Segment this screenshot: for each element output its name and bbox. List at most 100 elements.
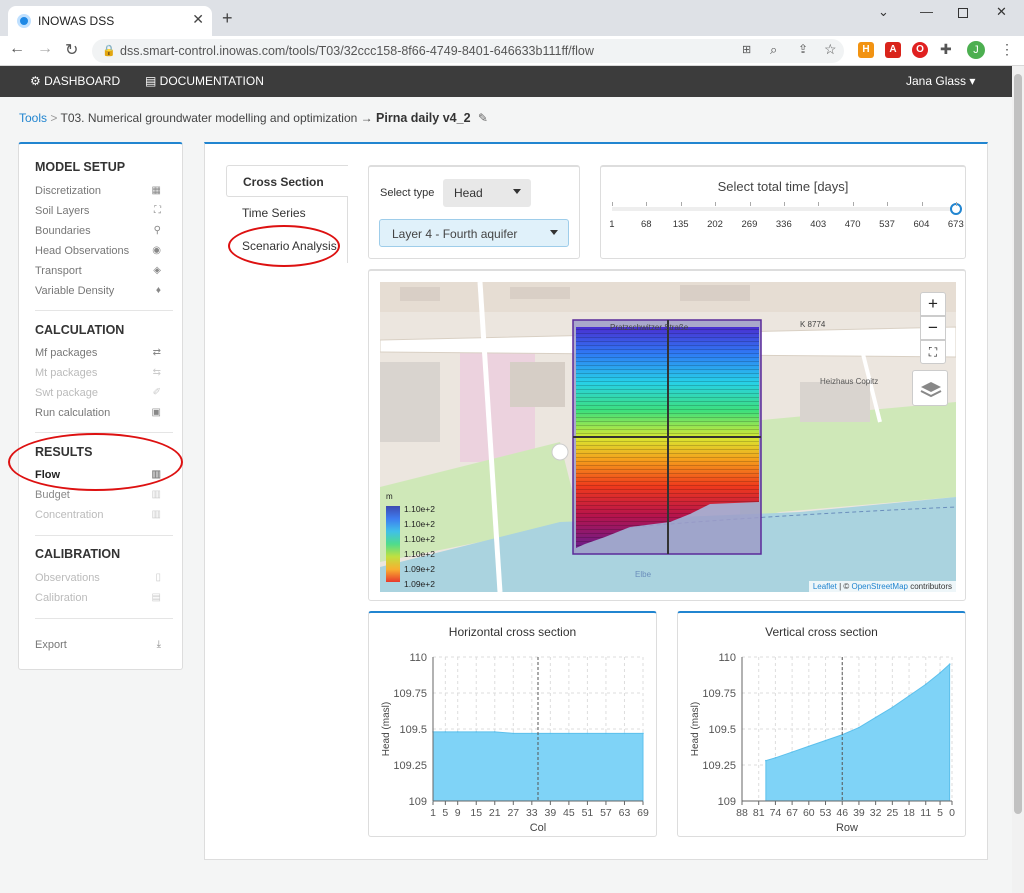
zoom-in-button[interactable]: + [920, 292, 946, 316]
layers-glyph [920, 382, 942, 398]
y-tick-label: 109.75 [702, 688, 736, 700]
data-point [874, 716, 877, 719]
download-icon: ⤓ [156, 639, 161, 650]
extension-pdf-icon[interactable]: A [885, 42, 901, 58]
zoom-out-button[interactable]: − [920, 316, 946, 340]
sidebar-item-calibration[interactable]: Calibration ▤ [35, 592, 161, 604]
page-scrollbar[interactable] [1012, 66, 1024, 893]
new-tab-button[interactable]: + [222, 8, 233, 29]
omnibox[interactable]: 🔒 dss.smart-control.inowas.com/tools/T03… [92, 39, 844, 63]
map-panel: Pratzschwitzer Straße K 8774 Heizhaus Co… [368, 269, 966, 601]
time-tick [921, 202, 923, 206]
extensions-puzzle-icon[interactable]: ✚ [940, 41, 952, 58]
minimize-button[interactable]: — [920, 4, 933, 19]
y-axis-label: Head (masl) [381, 702, 392, 756]
layer-dropdown-value: Layer 4 - Fourth aquifer [392, 227, 518, 241]
legend-value: 1.10e+2 [404, 504, 435, 514]
time-tick-label: 68 [641, 219, 652, 230]
sidebar-item-observations[interactable]: Observations ▯ [35, 572, 161, 584]
map-attribution: Leaflet | © OpenStreetMap contributors [808, 581, 956, 592]
dashboard-link[interactable]: ⚙ DASHBOARD [30, 74, 120, 88]
select-panel: Select type Head Layer 4 - Fourth aquife… [368, 165, 580, 259]
calendar-icon: ▦ [151, 185, 161, 196]
map-svg: Pratzschwitzer Straße K 8774 Heizhaus Co… [380, 282, 956, 592]
data-point [531, 732, 533, 735]
tab-search-chevron-icon[interactable]: ⌄ [878, 4, 889, 20]
x-tick-label: 67 [786, 807, 798, 819]
sidebar-item-boundaries[interactable]: Boundaries ⚲ [35, 225, 161, 237]
sidebar-item-concentration[interactable]: Concentration ▥ [35, 509, 161, 521]
sidebar-item-run-calculation[interactable]: Run calculation ▣ [35, 407, 161, 419]
documentation-link[interactable]: ▤ DOCUMENTATION [145, 74, 264, 88]
y-tick-label: 110 [409, 652, 427, 664]
y-tick-label: 109.5 [708, 724, 736, 736]
tab-cross-section[interactable]: Cross Section [226, 165, 348, 197]
exchange-icon: ⇆ [152, 367, 161, 378]
translate-icon[interactable]: ⊞ [742, 43, 751, 56]
app-header: ⚙ DASHBOARD ▤ DOCUMENTATION Jana Glass ▾ [0, 66, 1012, 97]
type-dropdown[interactable]: Head [443, 179, 531, 207]
reload-icon[interactable]: ↻ [65, 40, 78, 60]
window-close-button[interactable]: ✕ [996, 4, 1007, 20]
time-tick [852, 202, 854, 206]
forward-arrow-icon[interactable]: → [37, 40, 53, 58]
sidebar-item-transport[interactable]: Transport ◈ [35, 265, 161, 277]
leaflet-link[interactable]: Leaflet [813, 582, 837, 591]
profile-avatar[interactable]: J [967, 41, 985, 59]
annotation-ellipse [228, 225, 340, 267]
bookmark-star-icon[interactable]: ☆ [824, 41, 837, 58]
back-arrow-icon[interactable]: ← [9, 40, 25, 58]
results-map[interactable]: Pratzschwitzer Straße K 8774 Heizhaus Co… [380, 282, 956, 592]
y-tick-label: 109.75 [393, 688, 427, 700]
divider [35, 310, 173, 311]
sidebar-item-mt-packages[interactable]: Mt packages ⇆ [35, 367, 161, 379]
data-point [493, 731, 496, 733]
close-tab-icon[interactable]: ✕ [192, 11, 204, 28]
sidebar-item-label: Mt packages [35, 367, 98, 379]
maximize-button[interactable] [958, 8, 968, 18]
x-tick-label: 46 [836, 807, 848, 819]
road-label: K 8774 [800, 320, 826, 329]
y-tick-label: 110 [718, 652, 736, 664]
data-point [475, 731, 478, 733]
time-tick [887, 202, 889, 206]
data-point [808, 745, 810, 748]
sidebar-item-label: Calibration [35, 592, 88, 604]
layer-dropdown[interactable]: Layer 4 - Fourth aquifer [379, 219, 569, 247]
x-axis-label: Row [836, 822, 858, 834]
tab-title: INOWAS DSS [38, 14, 115, 28]
scrollbar-thumb[interactable] [1014, 74, 1022, 814]
cube-icon: ◈ [153, 265, 161, 276]
zoom-icon[interactable]: ⌕ [770, 42, 777, 58]
sidebar-item-export[interactable]: Export ⤓ [35, 639, 161, 651]
layers-icon[interactable] [912, 370, 948, 406]
sidebar-item-mf-packages[interactable]: Mf packages ⇄ [35, 347, 161, 359]
time-tick [680, 202, 682, 206]
extension-opera-icon[interactable]: O [912, 42, 928, 58]
user-menu[interactable]: Jana Glass ▾ [906, 74, 975, 88]
sidebar-item-soil-layers[interactable]: Soil Layers ⛶ [35, 205, 161, 217]
y-tick-label: 109.5 [399, 724, 427, 736]
data-point [456, 731, 459, 733]
fullscreen-icon[interactable]: ⛶ [920, 340, 946, 364]
legend-value: 1.10e+2 [404, 519, 435, 529]
sidebar-item-swt-package[interactable]: Swt package ✐ [35, 387, 161, 399]
time-slider-title: Select total time [days] [717, 179, 849, 194]
breadcrumb-tools[interactable]: Tools [19, 111, 47, 125]
sidebar-item-head-observations[interactable]: Head Observations ◉ [35, 245, 161, 257]
osm-link[interactable]: OpenStreetMap [851, 582, 907, 591]
building-block [380, 362, 440, 442]
browser-tab[interactable]: INOWAS DSS ✕ [8, 6, 212, 36]
extension-h-icon[interactable]: H [858, 42, 874, 58]
sidebar-item-variable-density[interactable]: Variable Density ♦ [35, 285, 161, 297]
time-slider[interactable] [612, 203, 962, 215]
edit-pencil-icon[interactable]: ✎ [478, 111, 488, 125]
browser-menu-icon[interactable]: ⋮ [1000, 41, 1014, 58]
x-tick-label: 60 [803, 807, 815, 819]
time-tick-label: 202 [707, 219, 723, 230]
share-icon[interactable]: ⇪ [798, 42, 808, 56]
sidebar-item-discretization[interactable]: Discretization ▦ [35, 185, 161, 197]
vertical-cross-section-card: Vertical cross section 109 109.25 109.5 109… [677, 611, 966, 837]
time-tick-label: 537 [879, 219, 895, 230]
eye-icon: ◉ [152, 245, 161, 256]
